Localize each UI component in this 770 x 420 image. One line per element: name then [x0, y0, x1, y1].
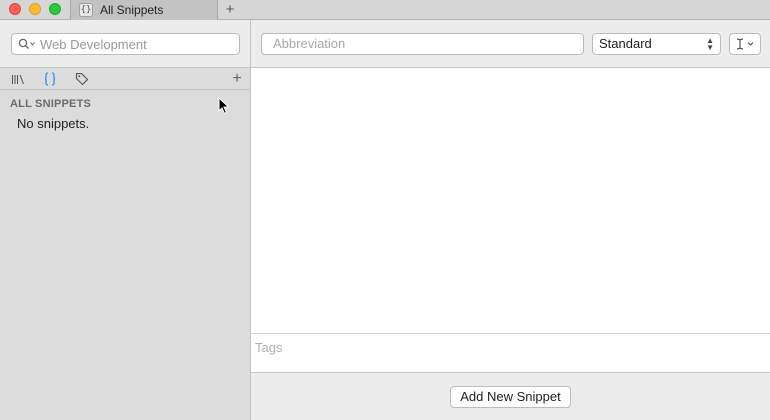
sidebar-tab-tags[interactable] [74, 71, 90, 87]
select-arrows-icon: ▲ ▼ [706, 36, 714, 52]
empty-state-text: No snippets. [17, 116, 90, 131]
zoom-window-button[interactable] [49, 3, 61, 15]
sidebar: + ALL SNIPPETS No snippets. [0, 68, 250, 420]
add-group-button[interactable]: + [229, 70, 245, 87]
tags-input[interactable]: Tags [251, 333, 770, 373]
bottom-bar: Add New Snippet [251, 373, 770, 420]
snippet-editor[interactable] [251, 68, 770, 333]
mouse-pointer-icon [218, 97, 230, 115]
close-window-button[interactable] [9, 3, 21, 15]
cursor-position-button[interactable] [729, 33, 761, 55]
search-field[interactable]: Web Development [11, 33, 240, 55]
abbreviation-input[interactable]: Abbreviation [261, 33, 584, 55]
title-bar: {} All Snippets + [0, 0, 770, 20]
toolbar: Web Development Abbreviation Standard ▲ ▼ [0, 20, 770, 68]
sidebar-heading: ALL SNIPPETS [10, 98, 92, 110]
add-new-snippet-button[interactable]: Add New Snippet [450, 386, 571, 408]
minimize-window-button[interactable] [29, 3, 41, 15]
sidebar-tab-bar: + [0, 68, 250, 90]
tab-all-snippets[interactable]: {} All Snippets [70, 0, 218, 20]
snippets-tab-icon: {} [79, 3, 93, 17]
search-input-placeholder: Web Development [40, 36, 147, 52]
sidebar-tab-library[interactable] [10, 71, 26, 87]
library-icon [11, 74, 24, 85]
new-tab-button[interactable]: + [222, 0, 238, 20]
search-icon [18, 38, 35, 49]
tab-label: All Snippets [100, 3, 164, 17]
tag-icon [75, 72, 89, 86]
sidebar-tab-snippets[interactable] [42, 71, 58, 87]
text-cursor-icon [736, 38, 754, 50]
expansion-mode-select[interactable]: Standard ▲ ▼ [592, 33, 721, 55]
snippets-icon [44, 72, 56, 86]
expansion-mode-value: Standard [599, 36, 652, 51]
